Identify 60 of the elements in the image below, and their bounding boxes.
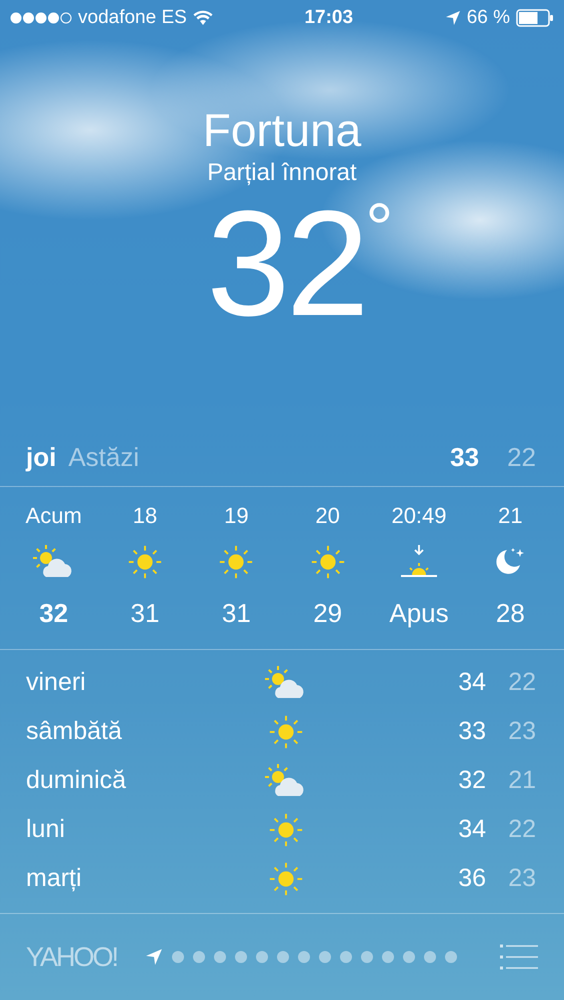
hourly-temperature: 31	[222, 597, 251, 630]
hourly-temperature: 31	[130, 597, 160, 630]
degree-symbol: °	[365, 188, 394, 268]
hour-label: 18	[132, 502, 158, 530]
hour-label: 21	[498, 502, 523, 530]
page-dot[interactable]	[340, 951, 352, 963]
hourly-temperature: Apus	[389, 597, 449, 630]
page-dot[interactable]	[235, 951, 248, 963]
page-dot[interactable]	[361, 951, 374, 963]
city-name: Fortuna	[202, 103, 362, 158]
low-temperature: 23	[507, 717, 536, 746]
hourly-temperature: 28	[496, 597, 525, 630]
weekday: joi	[26, 442, 56, 472]
location-arrow-icon	[444, 10, 461, 26]
hourly-temperature: 32	[39, 597, 68, 630]
page-dot[interactable]	[172, 951, 184, 963]
signal-strength-icon	[10, 12, 72, 24]
clock-time: 17:03	[304, 7, 354, 29]
page-dot[interactable]	[277, 951, 290, 963]
high-temperature: 36	[457, 864, 486, 893]
weather-condition: Parțial înnorat	[207, 158, 357, 188]
today-label: Astăzi	[68, 442, 140, 472]
high-temperature: 34	[457, 815, 486, 844]
weekday: luni	[26, 815, 66, 844]
hour-label: 20	[315, 502, 340, 530]
low-temperature: 22	[507, 668, 536, 697]
high-temperature: 33	[450, 442, 480, 472]
weekday: sâmbătă	[26, 717, 123, 746]
hour-label: 20:49	[391, 502, 447, 530]
current-temperature: 32	[206, 188, 366, 338]
low-temperature: 22	[507, 442, 536, 472]
low-temperature: 21	[507, 766, 536, 795]
carrier-name: vodafone ES	[78, 7, 187, 29]
page-dot[interactable]	[298, 951, 310, 963]
location-arrow-icon[interactable]	[145, 948, 164, 966]
page-dot[interactable]	[445, 951, 458, 963]
weekday: vineri	[26, 668, 87, 697]
sunset-icon	[398, 544, 439, 580]
page-dot[interactable]	[214, 951, 226, 963]
high-temperature: 33	[457, 717, 486, 746]
weekday: duminică	[26, 766, 128, 795]
battery-icon	[516, 9, 554, 27]
hour-label: Acum	[26, 502, 82, 530]
page-dot[interactable]	[382, 951, 394, 963]
low-temperature: 23	[507, 864, 536, 893]
page-dot[interactable]	[193, 951, 206, 963]
page-dot[interactable]	[403, 951, 416, 963]
page-dot[interactable]	[424, 951, 436, 963]
high-temperature: 34	[457, 668, 486, 697]
weekday: marți	[26, 864, 83, 893]
hourly-temperature: 29	[313, 597, 342, 630]
low-temperature: 22	[507, 815, 536, 844]
page-dot[interactable]	[256, 951, 268, 963]
wifi-icon	[192, 10, 213, 26]
list-icon[interactable]	[500, 944, 538, 970]
provider-logo: YAHOO!	[26, 942, 118, 972]
high-temperature: 32	[457, 766, 486, 795]
hour-label: 19	[224, 502, 249, 530]
page-dot[interactable]	[319, 951, 332, 963]
battery-percentage: 66 %	[466, 7, 510, 29]
